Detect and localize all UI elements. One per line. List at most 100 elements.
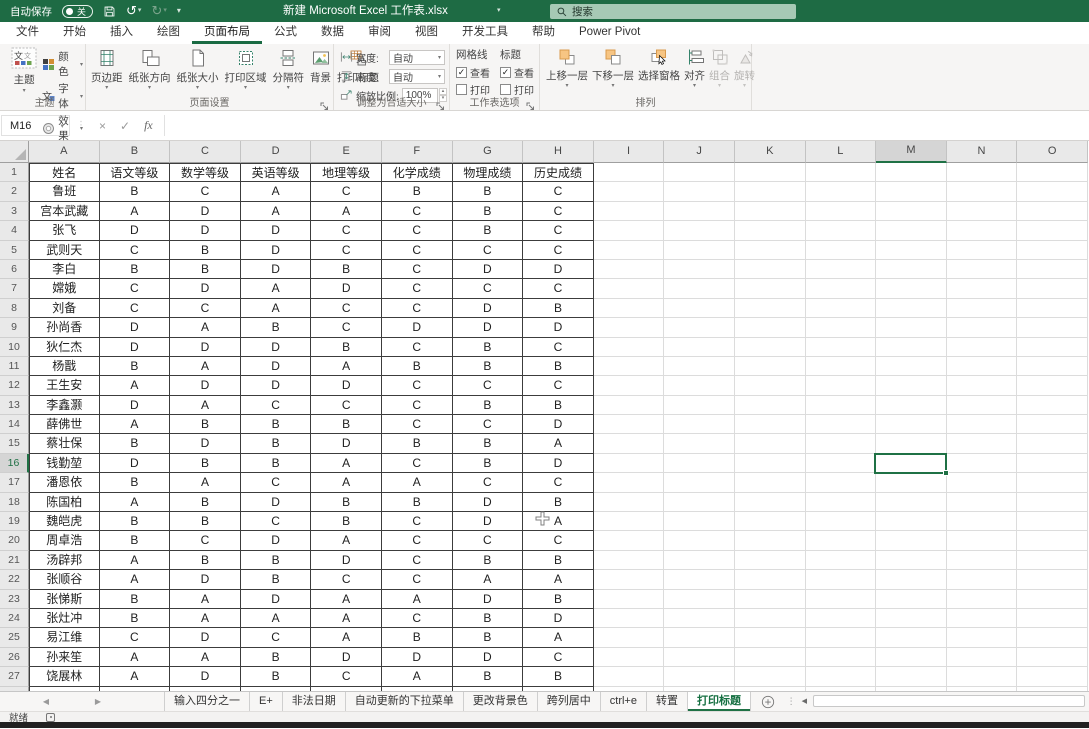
cell[interactable]	[946, 531, 1018, 551]
cell[interactable]	[734, 337, 806, 357]
cell[interactable]	[946, 608, 1018, 629]
cell[interactable]	[805, 512, 877, 532]
sheet-tab-跨列居中[interactable]: 跨列居中	[538, 692, 601, 711]
cell[interactable]: B	[452, 550, 524, 571]
button-下移一层[interactable]: 下移一层 ▾	[590, 48, 636, 90]
autosave-toggle[interactable]: 关	[62, 4, 94, 18]
cell[interactable]: C	[381, 550, 453, 571]
cell[interactable]: 化学成绩	[381, 163, 453, 183]
cell[interactable]: C	[523, 647, 594, 668]
cell[interactable]	[876, 201, 947, 222]
cell[interactable]: D	[452, 318, 524, 338]
cell[interactable]: 易江维	[29, 628, 100, 648]
cell[interactable]	[593, 298, 665, 319]
column-header-F[interactable]: F	[381, 141, 453, 163]
row-header-22[interactable]: 22	[0, 570, 29, 590]
cell[interactable]: D	[99, 318, 171, 338]
sheet-tab-自动更新的下拉菜单[interactable]: 自动更新的下拉菜单	[346, 692, 464, 711]
cell[interactable]: C	[381, 240, 453, 260]
cell[interactable]	[805, 221, 877, 241]
cell[interactable]: 陈国柏	[29, 492, 100, 513]
cell[interactable]: C	[99, 240, 171, 260]
cell[interactable]: D	[170, 201, 241, 222]
cell[interactable]: A	[99, 667, 171, 687]
cell[interactable]	[876, 434, 947, 454]
row-header-27[interactable]: 27	[0, 667, 29, 687]
cell[interactable]: D	[240, 492, 312, 513]
cell[interactable]: C	[381, 201, 453, 222]
cell[interactable]: C	[311, 395, 382, 416]
cell[interactable]	[593, 240, 665, 260]
column-header-J[interactable]: J	[664, 141, 735, 163]
cell[interactable]	[664, 550, 735, 571]
cell[interactable]	[946, 356, 1018, 377]
cell[interactable]: 狄仁杰	[29, 337, 100, 357]
cell[interactable]: D	[311, 434, 382, 454]
cell[interactable]: C	[381, 608, 453, 629]
cell[interactable]: 姓名	[29, 163, 100, 183]
cell[interactable]	[805, 259, 877, 280]
cell[interactable]: D	[311, 647, 382, 668]
cell[interactable]: B	[381, 492, 453, 513]
row-header-16[interactable]: 16	[0, 453, 29, 474]
cell[interactable]: B	[240, 570, 312, 590]
cell[interactable]	[805, 415, 877, 435]
row-header-24[interactable]: 24	[0, 608, 29, 629]
sheet-tab-打印标题[interactable]: 打印标题	[687, 692, 751, 711]
cell[interactable]	[664, 259, 735, 280]
cell[interactable]	[1017, 647, 1088, 668]
row-header-6[interactable]: 6	[0, 259, 29, 280]
cell[interactable]: D	[170, 221, 241, 241]
cell[interactable]: 刘备	[29, 298, 100, 319]
cell[interactable]	[805, 608, 877, 629]
cell[interactable]: A	[452, 570, 524, 590]
cell[interactable]	[1017, 182, 1088, 202]
row-header-1[interactable]: 1	[0, 163, 29, 183]
cell[interactable]	[876, 492, 947, 513]
cell[interactable]	[664, 163, 735, 183]
cell[interactable]: B	[170, 550, 241, 571]
cell[interactable]	[664, 356, 735, 377]
cell[interactable]	[734, 512, 806, 532]
cell[interactable]	[1017, 395, 1088, 416]
cell[interactable]	[876, 163, 947, 183]
cell[interactable]: B	[381, 628, 453, 648]
cell[interactable]: C	[523, 473, 594, 493]
cell[interactable]: B	[381, 434, 453, 454]
cell[interactable]	[593, 512, 665, 532]
cell[interactable]: A	[381, 667, 453, 687]
cell[interactable]: D	[311, 550, 382, 571]
cell[interactable]: A	[381, 473, 453, 493]
cell[interactable]: D	[523, 453, 594, 474]
cell[interactable]	[593, 201, 665, 222]
cell[interactable]: D	[170, 570, 241, 590]
dialog-launcher-icon[interactable]	[526, 98, 537, 110]
button-对齐[interactable]: 对齐 ▾	[682, 48, 707, 90]
cell[interactable]	[664, 395, 735, 416]
cell[interactable]	[946, 453, 1018, 474]
cell[interactable]: C	[452, 531, 524, 551]
column-header-I[interactable]: I	[593, 141, 665, 163]
cell[interactable]: A	[311, 608, 382, 629]
cell[interactable]: 张灶冲	[29, 608, 100, 629]
cell[interactable]: B	[170, 512, 241, 532]
cell[interactable]	[1017, 550, 1088, 571]
cell[interactable]: B	[381, 356, 453, 377]
cell[interactable]	[876, 395, 947, 416]
cell[interactable]: C	[240, 628, 312, 648]
cell[interactable]: B	[452, 434, 524, 454]
sheet-tab-更改背景色[interactable]: 更改背景色	[464, 692, 538, 711]
cell[interactable]: A	[99, 415, 171, 435]
height-select[interactable]: 自动 ▾	[389, 68, 445, 84]
cell[interactable]: B	[311, 259, 382, 280]
cell[interactable]	[805, 163, 877, 183]
cell[interactable]	[593, 667, 665, 687]
cell[interactable]: C	[170, 298, 241, 319]
cell[interactable]: B	[311, 415, 382, 435]
row-header-14[interactable]: 14	[0, 415, 29, 435]
cell[interactable]	[876, 376, 947, 396]
cell[interactable]: C	[452, 240, 524, 260]
cell[interactable]	[1017, 318, 1088, 338]
cell[interactable]: C	[452, 376, 524, 396]
cell[interactable]	[876, 647, 947, 668]
